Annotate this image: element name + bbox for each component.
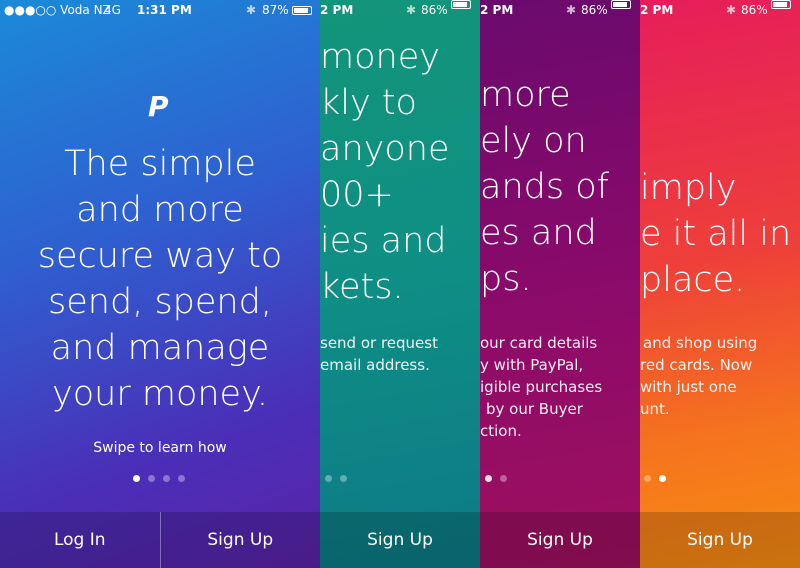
headline: more ely on ands of es and ps. bbox=[480, 72, 609, 302]
signup-button[interactable]: Sign Up bbox=[640, 512, 800, 568]
description-line: by our Buyer bbox=[486, 400, 583, 418]
bluetooth-icon: ✱ bbox=[566, 3, 577, 17]
description-line: igible purchases bbox=[480, 378, 603, 396]
headline-line: ely on bbox=[480, 121, 587, 161]
headline-line: The simple bbox=[64, 144, 256, 184]
description-line: and shop using bbox=[643, 334, 758, 352]
page-indicator[interactable] bbox=[485, 475, 507, 482]
description-line: with just one bbox=[640, 378, 737, 396]
bluetooth-icon: ✱ bbox=[406, 3, 417, 17]
description: send or request email address. bbox=[320, 332, 438, 376]
headline-line: secure way to bbox=[37, 236, 283, 276]
time: 2 PM bbox=[640, 3, 674, 17]
swipe-hint: Swipe to learn how bbox=[93, 440, 227, 456]
screen-intro: ●●●○○ Voda NZ 4G 1:31 PM ✱ 87% P The sim… bbox=[0, 0, 320, 568]
page-dot[interactable] bbox=[340, 475, 347, 482]
bottom-bar: Log In Sign Up bbox=[0, 512, 320, 568]
headline-line: and manage bbox=[50, 328, 270, 368]
description-line: our card details bbox=[480, 334, 598, 352]
headline-line: money bbox=[320, 37, 440, 77]
status-bar: 2 PM ✱ 86% bbox=[480, 0, 640, 20]
page-dot[interactable] bbox=[178, 475, 185, 482]
description-line: ction. bbox=[480, 422, 522, 440]
network: 4G bbox=[104, 3, 121, 17]
status-bar: 2 PM ✱ 86% bbox=[320, 0, 480, 20]
headline: The simple and more secure way to send, … bbox=[0, 141, 320, 417]
headline-line: kets. bbox=[320, 267, 404, 307]
page-dot[interactable] bbox=[163, 475, 170, 482]
headline-line: es and bbox=[480, 213, 597, 253]
description-line: unt. bbox=[640, 400, 670, 418]
screen-send-money: 2 PM ✱ 86% money kly to anyone 00+ ies a… bbox=[320, 0, 480, 568]
screen-shop: 2 PM ✱ 86% more ely on ands of es and ps… bbox=[480, 0, 640, 568]
page-dot[interactable] bbox=[325, 475, 332, 482]
battery-icon bbox=[292, 0, 312, 20]
headline-line: more bbox=[480, 75, 571, 115]
battery-percent: 86% bbox=[741, 3, 768, 17]
screen-one-place: 2 PM ✱ 86% imply e it all in place. and … bbox=[640, 0, 800, 568]
headline-line: ps. bbox=[480, 259, 532, 299]
headline: money kly to anyone 00+ ies and kets. bbox=[320, 34, 449, 310]
headline-line: 00+ bbox=[320, 175, 394, 215]
headline-line: and more bbox=[76, 190, 244, 230]
page-dot[interactable] bbox=[644, 475, 651, 482]
headline-line: ies and bbox=[320, 221, 447, 261]
page-indicator[interactable] bbox=[644, 475, 666, 482]
status-bar: 2 PM ✱ 86% bbox=[640, 0, 800, 20]
bottom-bar: Sign Up bbox=[640, 512, 800, 568]
description: our card details y with PayPal, igible p… bbox=[480, 332, 602, 442]
page-dot[interactable] bbox=[133, 475, 140, 482]
page-dot[interactable] bbox=[485, 475, 492, 482]
description-line: red cards. Now bbox=[640, 356, 753, 374]
description: and shop using red cards. Now with just … bbox=[640, 332, 757, 420]
time: 1:31 PM bbox=[137, 3, 192, 17]
headline-line: kly to bbox=[320, 83, 417, 123]
headline-line: ands of bbox=[480, 167, 609, 207]
headline-line: e it all in bbox=[640, 214, 792, 254]
login-button[interactable]: Log In bbox=[0, 512, 160, 568]
page-indicator[interactable] bbox=[325, 475, 347, 482]
signup-button[interactable]: Sign Up bbox=[480, 512, 640, 568]
time: 2 PM bbox=[320, 3, 354, 17]
carrier: ●●●○○ Voda NZ bbox=[4, 3, 111, 17]
headline: imply e it all in place. bbox=[640, 165, 791, 303]
headline-line: send, spend, bbox=[48, 282, 272, 322]
description-line: send or request bbox=[320, 334, 438, 352]
page-dot[interactable] bbox=[148, 475, 155, 482]
status-bar: ●●●○○ Voda NZ 4G 1:31 PM ✱ 87% bbox=[0, 0, 320, 20]
page-dot[interactable] bbox=[659, 475, 666, 482]
bottom-bar: Sign Up bbox=[480, 512, 640, 568]
signup-button[interactable]: Sign Up bbox=[161, 512, 321, 568]
headline-line: place. bbox=[640, 260, 746, 300]
bluetooth-icon: ✱ bbox=[246, 3, 257, 17]
paypal-logo: P bbox=[148, 90, 169, 123]
description-line: email address. bbox=[320, 356, 430, 374]
page-indicator[interactable] bbox=[133, 475, 185, 482]
battery-percent: 86% bbox=[421, 3, 448, 17]
bluetooth-icon: ✱ bbox=[726, 3, 737, 17]
time: 2 PM bbox=[480, 3, 514, 17]
battery-percent: 87% bbox=[262, 3, 289, 17]
page-dot[interactable] bbox=[500, 475, 507, 482]
description-line: y with PayPal, bbox=[480, 356, 584, 374]
battery-percent: 86% bbox=[581, 3, 608, 17]
signup-button[interactable]: Sign Up bbox=[320, 512, 480, 568]
bottom-bar: Sign Up bbox=[320, 512, 480, 568]
headline-line: anyone bbox=[320, 129, 450, 169]
headline-line: imply bbox=[640, 168, 737, 208]
headline-line: your money. bbox=[52, 374, 268, 414]
